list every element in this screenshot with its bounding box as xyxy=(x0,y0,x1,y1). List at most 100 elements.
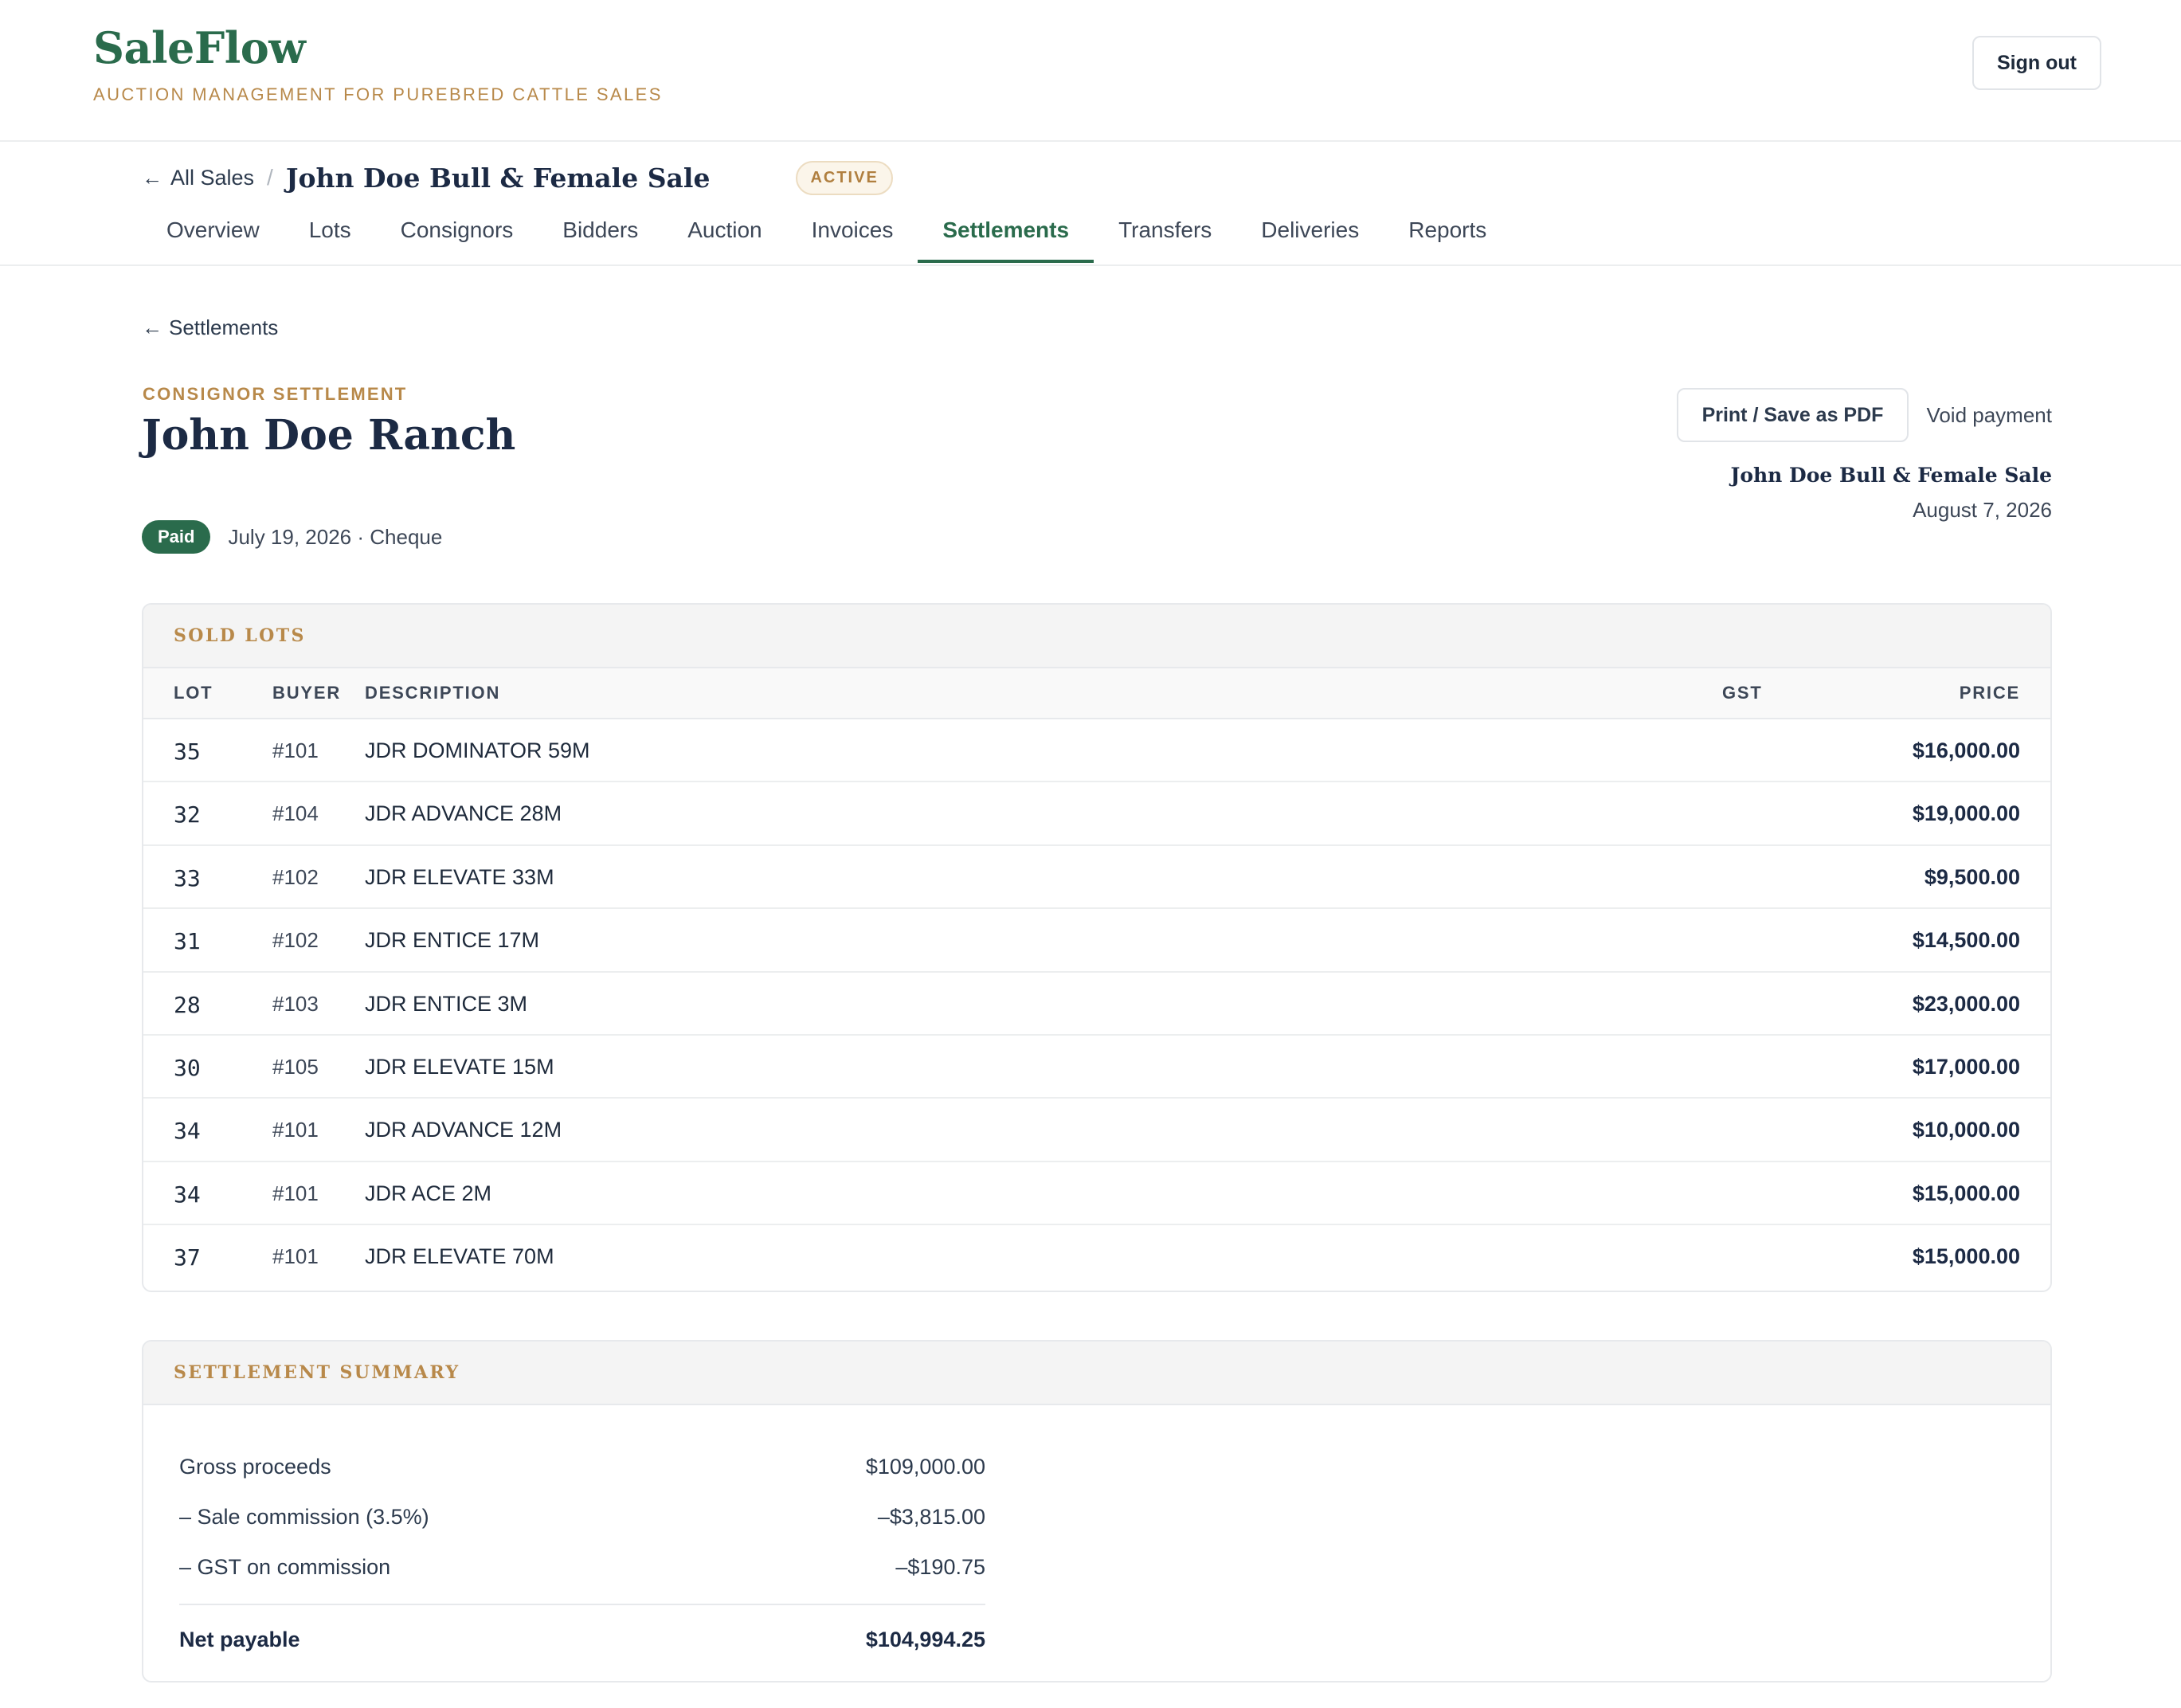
lot-description: JDR ENTICE 17M xyxy=(365,928,540,953)
table-body: 35 #101 JDR DOMINATOR 59M $16,000.00 32 … xyxy=(143,719,2050,1289)
sign-out-button[interactable]: Sign out xyxy=(1972,36,2101,90)
tab-auction[interactable]: Auction xyxy=(663,210,786,263)
summary-row-gst: – GST on commission –$190.75 xyxy=(179,1542,985,1592)
paid-badge: Paid xyxy=(142,520,211,554)
settlement-summary-heading: SETTLEMENT SUMMARY xyxy=(143,1342,2050,1405)
sale-tabs: Overview Lots Consignors Bidders Auction… xyxy=(142,210,1511,264)
table-row: 34 #101 JDR ADVANCE 12M $10,000.00 xyxy=(143,1099,2050,1162)
breadcrumb-separator: / xyxy=(267,165,273,190)
lot-price: $23,000.00 xyxy=(1912,991,2020,1016)
buyer-number: #105 xyxy=(272,1054,319,1079)
lot-price: $15,000.00 xyxy=(1912,1244,2020,1269)
void-payment-button[interactable]: Void payment xyxy=(1926,403,2052,428)
table-row: 35 #101 JDR DOMINATOR 59M $16,000.00 xyxy=(143,719,2050,783)
lot-number: 34 xyxy=(174,1118,201,1145)
tab-deliveries[interactable]: Deliveries xyxy=(1236,210,1384,263)
table-row: 37 #101 JDR ELEVATE 70M $15,000.00 xyxy=(143,1225,2050,1288)
app-logo[interactable]: SaleFlow xyxy=(93,22,663,73)
lot-description: JDR ACE 2M xyxy=(365,1181,492,1205)
brand: SaleFlow AUCTION MANAGEMENT FOR PUREBRED… xyxy=(93,22,663,105)
tab-lots[interactable]: Lots xyxy=(284,210,376,263)
print-pdf-button[interactable]: Print / Save as PDF xyxy=(1676,388,1909,442)
buyer-number: #101 xyxy=(272,1181,319,1205)
summary-label: Gross proceeds xyxy=(179,1455,331,1479)
sale-info-date: August 7, 2026 xyxy=(1913,498,2052,522)
lot-number: 32 xyxy=(174,801,201,829)
page-actions: Print / Save as PDF Void payment xyxy=(1676,388,2052,442)
lot-description: JDR ELEVATE 15M xyxy=(365,1054,554,1079)
sale-info: John Doe Bull & Female Sale August 7, 20… xyxy=(1730,464,2052,523)
tab-bidders[interactable]: Bidders xyxy=(538,210,663,263)
buyer-number: #102 xyxy=(272,928,319,953)
summary-value: $109,000.00 xyxy=(865,1455,985,1479)
lot-price: $16,000.00 xyxy=(1912,738,2020,762)
arrow-left-icon: ← xyxy=(142,315,162,339)
sold-lots-heading: SOLD LOTS xyxy=(143,605,2050,668)
page-eyebrow: CONSIGNOR SETTLEMENT xyxy=(143,384,408,404)
lot-description: JDR ADVANCE 12M xyxy=(365,1118,562,1142)
table-row: 34 #101 JDR ACE 2M $15,000.00 xyxy=(143,1162,2050,1226)
net-payable-value: $104,994.25 xyxy=(865,1627,985,1651)
sale-header: ← All Sales / John Doe Bull & Female Sal… xyxy=(0,142,2181,266)
lot-number: 31 xyxy=(174,928,201,955)
tab-invoices[interactable]: Invoices xyxy=(787,210,918,263)
lot-price: $19,000.00 xyxy=(1912,801,2020,826)
lot-description: JDR DOMINATOR 59M xyxy=(365,738,590,762)
summary-label: – Sale commission (3.5%) xyxy=(179,1505,429,1529)
buyer-number: #101 xyxy=(272,738,319,762)
lot-number: 37 xyxy=(174,1244,201,1271)
tab-overview[interactable]: Overview xyxy=(142,210,284,263)
summary-value: –$190.75 xyxy=(895,1555,985,1579)
page-title: John Doe Ranch xyxy=(142,411,516,460)
summary-row-net-payable: Net payable $104,994.25 xyxy=(179,1613,985,1666)
buyer-number: #101 xyxy=(272,1118,319,1142)
tab-transfers[interactable]: Transfers xyxy=(1094,210,1236,263)
settlements-back-label: Settlements xyxy=(169,315,279,339)
lot-price: $10,000.00 xyxy=(1912,1118,2020,1142)
lot-number: 30 xyxy=(174,1054,201,1081)
lot-number: 33 xyxy=(174,864,201,891)
col-description: DESCRIPTION xyxy=(365,683,501,703)
summary-value: –$3,815.00 xyxy=(877,1505,985,1529)
app-tagline: AUCTION MANAGEMENT FOR PUREBRED CATTLE S… xyxy=(93,84,663,104)
table-row: 33 #102 JDR ELEVATE 33M $9,500.00 xyxy=(143,846,2050,910)
breadcrumb: ← All Sales / John Doe Bull & Female Sal… xyxy=(142,159,893,196)
lot-price: $14,500.00 xyxy=(1912,928,2020,953)
buyer-number: #101 xyxy=(272,1244,319,1269)
lot-description: JDR ENTICE 3M xyxy=(365,991,528,1016)
lot-number: 28 xyxy=(174,991,201,1018)
sold-lots-card: SOLD LOTS LOT BUYER DESCRIPTION GST PRIC… xyxy=(142,603,2052,1292)
all-sales-link[interactable]: ← All Sales xyxy=(142,166,254,190)
summary-label: – GST on commission xyxy=(179,1555,391,1579)
sale-title: John Doe Bull & Female Sale xyxy=(285,162,711,194)
table-row: 30 #105 JDR ELEVATE 15M $17,000.00 xyxy=(143,1036,2050,1099)
lot-price: $17,000.00 xyxy=(1912,1054,2020,1079)
summary-row-commission: – Sale commission (3.5%) –$3,815.00 xyxy=(179,1492,985,1542)
col-lot: LOT xyxy=(174,683,213,703)
lot-number: 35 xyxy=(174,738,201,765)
lot-description: JDR ELEVATE 70M xyxy=(365,1244,554,1269)
tab-reports[interactable]: Reports xyxy=(1384,210,1511,263)
buyer-number: #104 xyxy=(272,801,319,826)
tab-consignors[interactable]: Consignors xyxy=(376,210,538,263)
lot-description: JDR ELEVATE 33M xyxy=(365,864,554,889)
sale-info-name: John Doe Bull & Female Sale xyxy=(1730,464,2052,487)
sale-status-badge: ACTIVE xyxy=(796,160,893,195)
lot-number: 34 xyxy=(174,1181,201,1208)
summary-row-gross: Gross proceeds $109,000.00 xyxy=(179,1442,985,1492)
col-buyer: BUYER xyxy=(272,683,342,703)
net-payable-label: Net payable xyxy=(179,1627,300,1651)
col-gst: GST xyxy=(1722,683,1763,703)
tab-settlements[interactable]: Settlements xyxy=(918,210,1094,263)
summary-divider xyxy=(179,1604,985,1605)
settlements-back-link[interactable]: ← Settlements xyxy=(142,315,278,340)
summary-lines: Gross proceeds $109,000.00 – Sale commis… xyxy=(179,1442,985,1666)
payment-status: Paid July 19, 2026 · Cheque xyxy=(142,520,442,554)
buyer-number: #102 xyxy=(272,864,319,889)
payment-meta: July 19, 2026 · Cheque xyxy=(228,524,443,549)
table-row: 31 #102 JDR ENTICE 17M $14,500.00 xyxy=(143,909,2050,973)
lot-description: JDR ADVANCE 28M xyxy=(365,801,562,826)
table-header: LOT BUYER DESCRIPTION GST PRICE xyxy=(143,668,2050,719)
settlement-summary-card: SETTLEMENT SUMMARY Gross proceeds $109,0… xyxy=(142,1340,2052,1683)
arrow-left-icon: ← xyxy=(142,165,162,190)
